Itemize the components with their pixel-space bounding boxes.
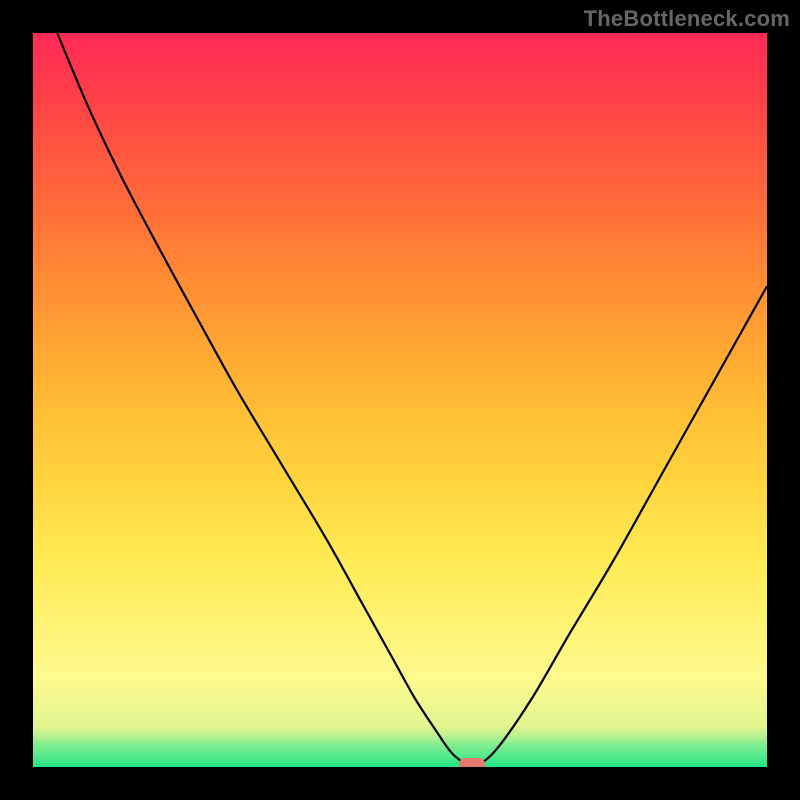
plot-area <box>33 33 767 767</box>
watermark-text: TheBottleneck.com <box>584 6 790 32</box>
chart-frame: TheBottleneck.com <box>0 0 800 800</box>
optimal-point-marker <box>459 758 485 767</box>
bottleneck-curve <box>33 33 767 767</box>
